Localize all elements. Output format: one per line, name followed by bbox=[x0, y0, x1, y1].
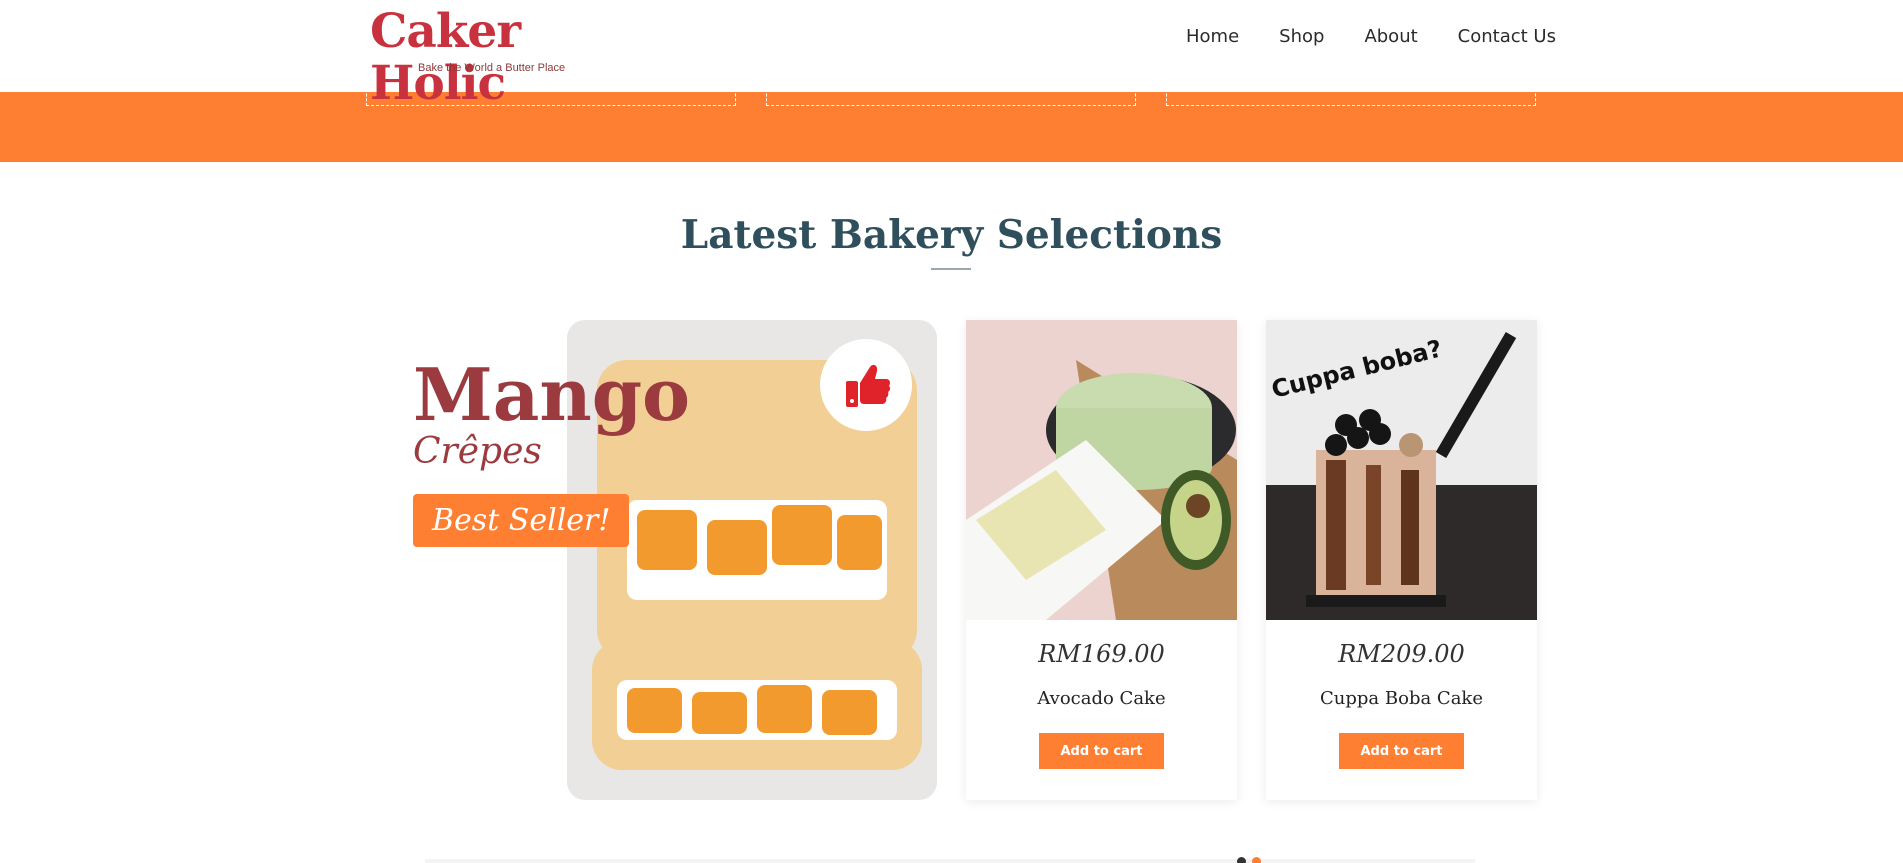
product-image[interactable] bbox=[966, 320, 1237, 620]
thumbs-up-badge bbox=[820, 339, 912, 431]
product-name[interactable]: Avocado Cake bbox=[966, 688, 1237, 709]
add-to-cart-button[interactable]: Add to cart bbox=[1039, 733, 1164, 769]
brand-tagline: Bake the World a Butter Place bbox=[418, 62, 566, 74]
site-header: Caker Holic Bake the World a Butter Plac… bbox=[0, 0, 1903, 110]
brand-name: Caker Holic bbox=[370, 4, 521, 111]
nav-about[interactable]: About bbox=[1364, 26, 1417, 47]
mango-piece bbox=[692, 692, 747, 734]
add-to-cart-button[interactable]: Add to cart bbox=[1339, 733, 1464, 769]
promo-subtitle: Crêpes bbox=[413, 431, 542, 472]
mango-piece bbox=[627, 688, 682, 733]
product-card: Cuppa boba? RM209.00 Cuppa Boba Cake Add… bbox=[1266, 320, 1537, 800]
mango-piece bbox=[707, 520, 767, 575]
product-price: RM169.00 bbox=[1038, 640, 1165, 668]
mango-piece bbox=[772, 505, 832, 565]
product-image[interactable]: Cuppa boba? bbox=[1266, 320, 1537, 620]
section-title: Latest Bakery Selections bbox=[680, 212, 1223, 258]
carousel-dot[interactable] bbox=[1237, 857, 1246, 863]
title-divider bbox=[931, 268, 971, 270]
nav-shop[interactable]: Shop bbox=[1279, 26, 1324, 47]
promo-title: Mango bbox=[413, 352, 691, 437]
carousel-dots bbox=[1237, 857, 1261, 863]
carousel-dot-active[interactable] bbox=[1252, 857, 1261, 863]
nav-contact[interactable]: Contact Us bbox=[1458, 26, 1556, 47]
mango-piece bbox=[757, 685, 812, 733]
divider-line bbox=[425, 859, 1475, 863]
main-nav: Home Shop About Contact Us bbox=[1186, 26, 1556, 47]
best-seller-badge: Best Seller! bbox=[413, 494, 630, 547]
nav-home[interactable]: Home bbox=[1186, 26, 1239, 47]
promo-text: Mango Crêpes Best Seller! bbox=[413, 355, 690, 547]
avocado-cake-image bbox=[966, 320, 1237, 620]
thumbs-up-icon bbox=[846, 364, 891, 407]
boba-cake-image: Cuppa boba? bbox=[1266, 320, 1537, 620]
brand-logo[interactable]: Caker Holic Bake the World a Butter Plac… bbox=[370, 6, 610, 110]
mango-piece bbox=[837, 515, 882, 570]
mango-piece bbox=[822, 690, 877, 735]
product-card: RM169.00 Avocado Cake Add to cart bbox=[966, 320, 1237, 800]
product-name[interactable]: Cuppa Boba Cake bbox=[1266, 688, 1537, 709]
product-price: RM209.00 bbox=[1338, 640, 1465, 668]
